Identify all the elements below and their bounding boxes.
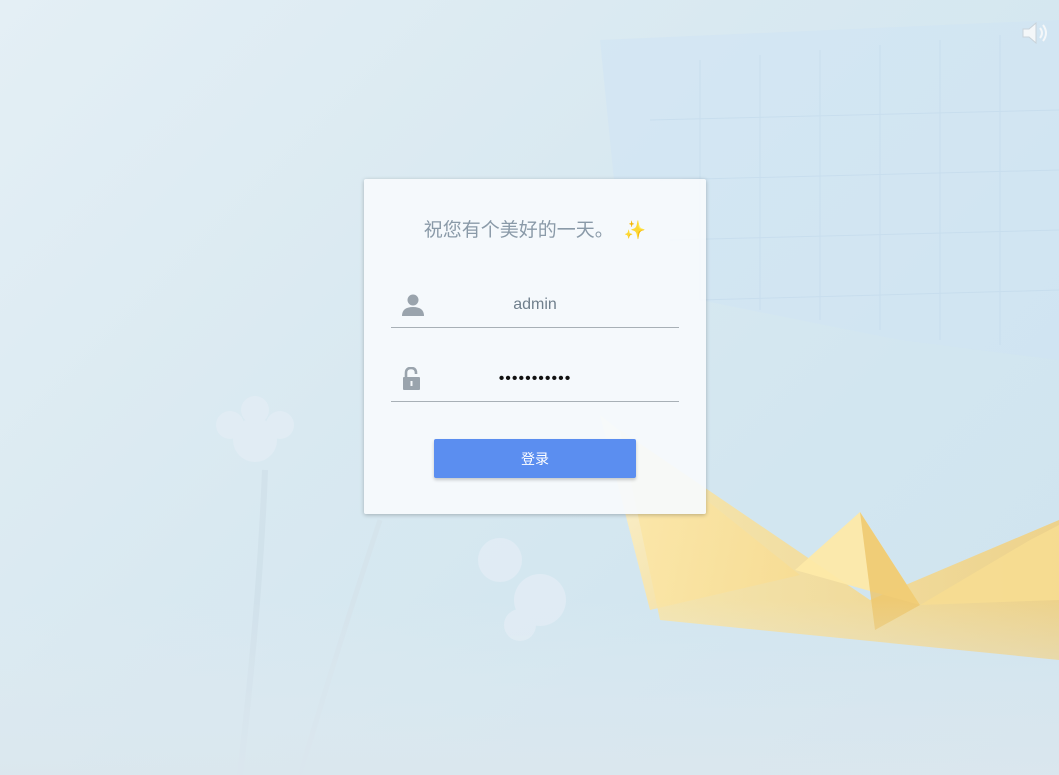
unlock-icon (403, 367, 420, 390)
greeting: 祝您有个美好的一天。 ✨ (364, 215, 706, 242)
username-field (391, 287, 679, 328)
login-button[interactable]: 登录 (434, 439, 636, 478)
sound-toggle[interactable] (1021, 20, 1051, 46)
password-input[interactable] (431, 361, 639, 397)
password-field (391, 361, 679, 402)
user-icon (402, 294, 424, 316)
speaker-icon (1022, 21, 1047, 45)
greeting-text: 祝您有个美好的一天。 (423, 219, 614, 241)
username-input[interactable] (431, 287, 639, 323)
sparkle-icon: ✨ (623, 220, 647, 241)
login-panel: 祝您有个美好的一天。 ✨ 登录 (364, 179, 706, 514)
